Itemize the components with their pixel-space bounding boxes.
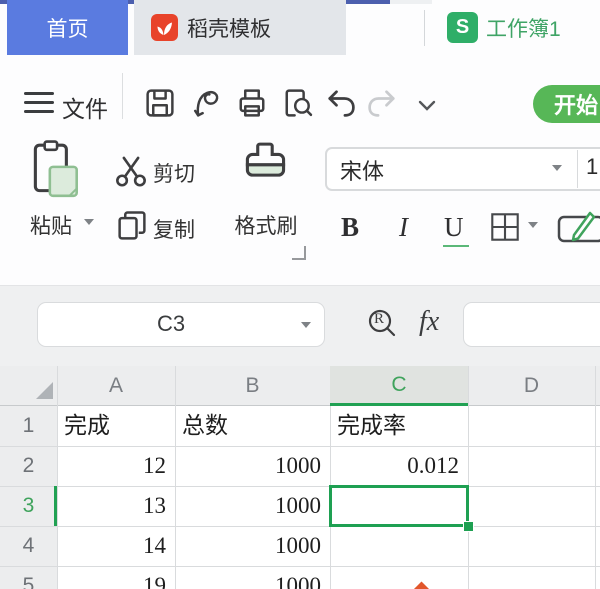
redo-icon[interactable]	[364, 85, 400, 121]
cell-a5[interactable]: 19	[57, 566, 175, 589]
row-header-3-selected[interactable]: 3	[0, 486, 57, 526]
active-cell-c3[interactable]	[329, 485, 469, 527]
tab-home[interactable]: 首页	[7, 0, 128, 55]
cell-b5[interactable]: 1000	[175, 566, 330, 589]
font-dropdown-caret-icon[interactable]	[552, 165, 562, 171]
search-icon-letter: R	[374, 311, 385, 327]
row-header-4[interactable]: 4	[0, 526, 57, 566]
column-header-d[interactable]: D	[468, 366, 595, 406]
font-name-value: 宋体	[340, 159, 385, 184]
format-painter-icon[interactable]	[238, 140, 294, 202]
cell-c1[interactable]: 完成率	[330, 406, 468, 446]
row-header-2[interactable]: 2	[0, 446, 57, 486]
italic-button[interactable]: I	[399, 212, 408, 243]
copy-icon[interactable]	[114, 208, 150, 244]
tab-workbook1[interactable]: S 工作簿1	[432, 0, 600, 55]
font-size-value[interactable]: 1	[586, 154, 598, 180]
paste-button[interactable]: 粘贴	[24, 210, 78, 240]
cut-button[interactable]: 剪切	[153, 158, 195, 188]
column-header-c-selected[interactable]: C	[330, 366, 468, 406]
print-preview-icon[interactable]	[280, 85, 316, 121]
underline-mark	[443, 245, 469, 247]
cell-b2[interactable]: 1000	[175, 446, 330, 486]
underline-button[interactable]: U	[444, 212, 464, 243]
select-all-triangle-icon	[36, 382, 53, 399]
fill-pencil-icon[interactable]	[556, 210, 600, 246]
bold-button[interactable]: B	[341, 212, 359, 243]
copy-button[interactable]: 复制	[153, 214, 195, 244]
wps-spreadsheet-icon: S	[447, 12, 478, 43]
wps-spreadsheet-window: 首页 稻壳模板 S 工作簿1 文件 开始 粘贴 剪切 复制 格式刷 宋体 1 B…	[0, 0, 600, 589]
toolbar-divider	[122, 73, 123, 119]
cell-a4[interactable]: 14	[57, 526, 175, 566]
undo-icon[interactable]	[323, 85, 359, 121]
print-icon[interactable]	[234, 85, 270, 121]
insert-function-button[interactable]: fx	[419, 306, 439, 338]
fill-handle[interactable]	[463, 521, 474, 532]
cell-b4[interactable]: 1000	[175, 526, 330, 566]
gridline	[595, 366, 596, 589]
row-header-5[interactable]: 5	[0, 566, 57, 589]
export-icon[interactable]	[188, 85, 224, 121]
cell-b3[interactable]: 1000	[175, 486, 330, 526]
paste-icon[interactable]	[28, 140, 82, 202]
ribbon-tab-start[interactable]: 开始	[533, 85, 600, 123]
format-painter-button[interactable]: 格式刷	[227, 210, 305, 240]
cell-a2[interactable]: 12	[57, 446, 175, 486]
menu-icon[interactable]	[24, 92, 54, 114]
toolbar-more-chevron-icon[interactable]	[416, 98, 438, 114]
select-all-button[interactable]	[0, 366, 57, 406]
cell-a1[interactable]: 完成	[57, 406, 175, 446]
cell-c2[interactable]: 0.012	[330, 446, 468, 486]
name-box-caret-icon[interactable]	[301, 322, 311, 328]
column-header-a[interactable]: A	[57, 366, 175, 406]
dialog-launcher-icon[interactable]	[292, 246, 306, 260]
tab-docer-templates[interactable]: 稻壳模板	[134, 0, 346, 55]
docer-logo-icon	[151, 14, 178, 41]
formula-input[interactable]	[463, 302, 600, 347]
column-header-b[interactable]: B	[175, 366, 330, 406]
cell-b1[interactable]: 总数	[175, 406, 330, 446]
tab-home-label: 首页	[46, 17, 89, 41]
save-icon[interactable]	[142, 85, 178, 121]
row-header-1[interactable]: 1	[0, 406, 57, 446]
cut-icon[interactable]	[112, 152, 150, 190]
tab-docer-label: 稻壳模板	[187, 17, 271, 41]
borders-dropdown-caret-icon[interactable]	[528, 222, 538, 228]
name-box-value: C3	[156, 311, 186, 336]
borders-icon[interactable]	[487, 209, 523, 245]
file-menu-button[interactable]: 文件	[62, 90, 108, 124]
tab-divider	[424, 10, 425, 46]
font-size-divider	[577, 150, 578, 188]
tab-workbook-label: 工作簿1	[486, 17, 561, 41]
paste-dropdown-caret-icon[interactable]	[84, 219, 94, 225]
cell-a3[interactable]: 13	[57, 486, 175, 526]
